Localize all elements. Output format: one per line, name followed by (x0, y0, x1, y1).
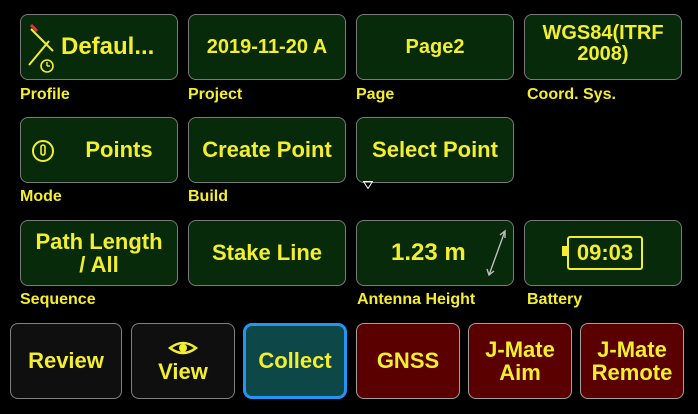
battery-label: Battery (527, 291, 583, 308)
view-label: View (158, 359, 208, 385)
review-button[interactable]: Review (10, 323, 122, 399)
coord-sys-value-line2: 2008) (577, 43, 629, 65)
project-button[interactable]: 2019-11-20 A (188, 14, 346, 80)
battery-terminal (561, 246, 567, 257)
profile-value: Defaul... (61, 33, 155, 61)
antenna-height-label: Antenna Height (357, 291, 476, 308)
jmate-aim-button[interactable]: J-Mate Aim (468, 323, 572, 399)
create-point-value: Create Point (202, 137, 332, 163)
collect-label: Collect (258, 348, 332, 374)
antenna-height-button[interactable]: 1.23 m (356, 220, 514, 286)
select-point-value: Select Point (372, 137, 498, 163)
coord-sys-value-line1: WGS84(ITRF (542, 22, 664, 44)
review-label: Review (28, 348, 104, 374)
antenna-height-value: 1.23 m (391, 239, 466, 267)
gnss-label: GNSS (376, 348, 440, 374)
mode-label: Mode (20, 188, 62, 205)
jmate-remote-line2: Remote (591, 360, 673, 385)
profile-button[interactable]: Defaul... (20, 14, 178, 80)
battery-icon: 09:03 (561, 236, 644, 270)
profile-label: Profile (20, 86, 70, 103)
jmate-remote-line1: J-Mate (597, 336, 667, 362)
project-label: Project (188, 86, 243, 103)
antenna-height-icon (483, 227, 509, 281)
mode-value: Points (85, 137, 153, 163)
project-value: 2019-11-20 A (206, 35, 328, 58)
battery-value: 09:03 (576, 240, 634, 266)
sequence-value-line1: Path Length (35, 228, 163, 254)
gnss-button[interactable]: GNSS (356, 323, 460, 399)
select-point-button[interactable]: Select Point (356, 117, 514, 190)
stake-line-button[interactable]: Stake Line (188, 220, 346, 286)
profile-icon (25, 21, 61, 77)
coord-sys-button[interactable]: WGS84(ITRF 2008) (524, 14, 682, 80)
mode-button[interactable]: Points (20, 117, 178, 183)
jmate-remote-button[interactable]: J-Mate Remote (580, 323, 684, 399)
stake-line-value: Stake Line (211, 240, 323, 266)
create-point-button[interactable]: Create Point (188, 117, 346, 183)
page-value: Page2 (405, 35, 465, 58)
page-button[interactable]: Page2 (356, 14, 514, 80)
collect-button[interactable]: Collect (243, 323, 347, 399)
build-label: Build (188, 188, 228, 205)
jmate-aim-line2: Aim (499, 360, 541, 385)
view-button[interactable]: View (131, 323, 235, 399)
eye-icon (168, 338, 198, 358)
jmate-aim-line1: J-Mate (485, 336, 555, 362)
page-label: Page (356, 86, 395, 103)
sequence-label: Sequence (20, 291, 96, 308)
sequence-button[interactable]: Path Length / All (20, 220, 178, 286)
battery-button[interactable]: 09:03 (524, 220, 682, 286)
main-screen: Defaul... Profile 2019-11-20 A Project P… (0, 0, 698, 414)
mode-icon (31, 139, 55, 163)
coord-sys-label: Coord. Sys. (527, 86, 616, 103)
sequence-value-line2: / All (79, 252, 119, 277)
dropdown-triangle-icon (362, 170, 374, 190)
